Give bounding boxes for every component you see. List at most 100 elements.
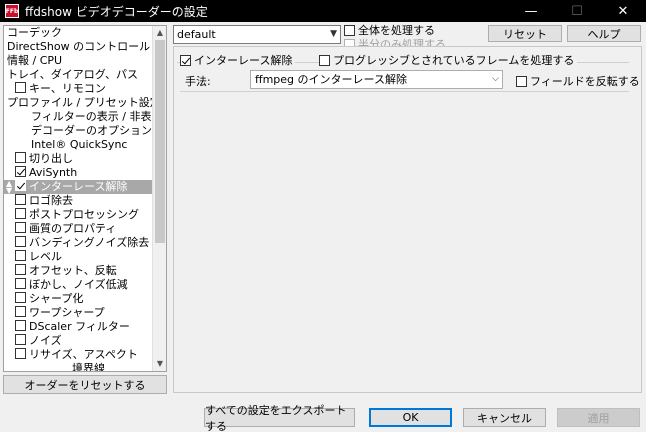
sidebar-item-checkbox[interactable] (15, 334, 26, 345)
sidebar-item-checkbox[interactable] (15, 82, 26, 93)
flip-fields-checkbox[interactable]: フィールドを反転する (516, 73, 640, 89)
deinterlace-enable-checkbox[interactable]: インターレース解除 (180, 52, 296, 68)
sidebar-item[interactable]: 境界線 (72, 362, 105, 372)
sidebar-item[interactable]: レベル (15, 250, 62, 264)
sidebar-item-checkbox[interactable] (15, 194, 26, 205)
sidebar-item-label: シャープ化 (29, 292, 84, 305)
scroll-up-icon[interactable]: ▲ (153, 26, 166, 40)
window-title: ffdshow ビデオデコーダーの設定 (25, 4, 208, 19)
sidebar-item-checkbox[interactable] (15, 278, 26, 289)
sidebar-item-label: ポストプロセッシング (29, 208, 139, 221)
export-settings-button[interactable]: すべての設定をエクスポートする (204, 404, 355, 432)
reset-order-button[interactable]: オーダーをリセットする (3, 375, 167, 394)
sidebar-item[interactable]: 画質のプロパティ (15, 222, 116, 236)
chevron-down-icon: ▼ (330, 29, 337, 39)
chevron-down-icon: ⌵ (492, 74, 499, 84)
sidebar-item-label: ぼかし、ノイズ低減 (29, 278, 128, 291)
process-progressive-label: プログレッシブとされているフレームを処理する (333, 54, 575, 67)
sidebar-item[interactable]: ぼかし、ノイズ低減 (15, 278, 128, 292)
cancel-button[interactable]: キャンセル (463, 408, 546, 427)
checkbox-box (516, 75, 527, 87)
preset-value: default (177, 28, 216, 41)
sidebar-item[interactable]: コーデック (7, 26, 62, 40)
sidebar-item-checkbox[interactable] (15, 222, 26, 233)
reset-button[interactable]: リセット (488, 25, 562, 42)
sidebar-item-checkbox[interactable] (15, 320, 26, 331)
sidebar-item[interactable]: Intel® QuickSync (31, 138, 127, 152)
sidebar-item-checkbox[interactable] (15, 250, 26, 261)
deinterlace-enable-label: インターレース解除 (194, 54, 293, 67)
sidebar-item-label: 画質のプロパティ (29, 222, 117, 235)
sidebar-item[interactable]: DirectShow のコントロール (7, 40, 150, 54)
sidebar-item[interactable]: オフセット、反転 (15, 264, 117, 278)
flip-fields-label: フィールドを反転する (530, 75, 640, 88)
section-divider (180, 91, 629, 92)
checkbox-box (319, 54, 330, 66)
method-select[interactable]: ffmpeg のインターレース解除 ⌵ (250, 70, 503, 89)
sidebar-item-label: デコーダーのオプション (31, 124, 152, 137)
scroll-thumb[interactable] (155, 40, 165, 243)
apply-button[interactable]: 適用 (557, 408, 640, 427)
sidebar-item[interactable]: ノイズ (15, 334, 62, 348)
checkbox-box (180, 54, 191, 66)
sidebar-item[interactable]: ワープシャープ (15, 306, 105, 320)
sidebar-item-checkbox[interactable] (15, 236, 26, 247)
sidebar-item[interactable]: バンディングノイズ除去 (15, 236, 149, 250)
sidebar-item[interactable]: DScaler フィルター (15, 320, 130, 334)
process-progressive-checkbox[interactable]: プログレッシブとされているフレームを処理する (319, 52, 578, 68)
deinterlace-settings-panel (173, 46, 642, 393)
sidebar-item-checkbox[interactable] (15, 152, 26, 163)
sidebar-item[interactable]: デコーダーのオプション (31, 124, 152, 138)
settings-page-list[interactable]: コーデック DirectShow のコントロール 情報 / CPU トレイ、ダイアログ… (3, 25, 167, 372)
sidebar-item-label: コーデック (7, 26, 62, 39)
sidebar-item-label: レベル (29, 250, 62, 263)
close-button[interactable]: ✕ (600, 0, 646, 22)
minimize-button[interactable]: — (508, 0, 554, 22)
sidebar-item[interactable]: ロゴ除去 (15, 194, 73, 208)
drag-handle-icon[interactable]: ▲ ▼ (6, 180, 12, 195)
sidebar-item[interactable]: シャープ化 (15, 292, 83, 306)
preset-select[interactable]: default ▼ (173, 25, 341, 44)
sidebar-item[interactable]: ▲ ▼ インターレース解除 (4, 180, 153, 195)
sidebar-item-label: インターレース解除 (29, 180, 128, 193)
sidebar-item-checkbox[interactable] (15, 348, 26, 359)
sidebar-item-label: AviSynth (29, 166, 78, 179)
sidebar-item[interactable]: プロファイル / プリセット設定 (7, 96, 161, 110)
title-bar: FFb ffdshow ビデオデコーダーの設定 — ☐ ✕ (0, 0, 646, 22)
sidebar-item-checkbox[interactable] (15, 306, 26, 317)
sidebar-item[interactable]: 切り出し (15, 152, 73, 166)
maximize-button[interactable]: ☐ (554, 0, 600, 22)
method-label: 手法: (185, 75, 211, 88)
list-scrollbar[interactable]: ▲ ▼ (152, 26, 166, 371)
sidebar-item-label: DScaler フィルター (29, 320, 130, 333)
help-button[interactable]: ヘルプ (567, 25, 641, 42)
sidebar-item-label: トレイ、ダイアログ、パス (7, 68, 139, 81)
sidebar-item[interactable]: フィルターの表示 / 非表示 (31, 110, 162, 124)
sidebar-item-checkbox[interactable] (15, 166, 26, 177)
sidebar-item-label: 境界線 (72, 362, 105, 372)
method-value: ffmpeg のインターレース解除 (255, 73, 407, 86)
ok-button[interactable]: OK (369, 408, 452, 427)
sidebar-item[interactable]: リサイズ、アスペクト (15, 348, 138, 362)
sidebar-item[interactable]: キー、リモコン (15, 82, 106, 96)
sidebar-item-label: ノイズ (29, 334, 62, 347)
sidebar-item-label: オフセット、反転 (29, 264, 117, 277)
sidebar-item[interactable]: トレイ、ダイアログ、パス (7, 68, 138, 82)
sidebar-item-checkbox[interactable] (15, 180, 26, 191)
sidebar-item-label: 切り出し (29, 152, 73, 165)
sidebar-item-label: バンディングノイズ除去 (29, 236, 150, 249)
sidebar-item-label: プロファイル / プリセット設定 (7, 96, 161, 109)
sidebar-item-label: キー、リモコン (29, 82, 106, 95)
sidebar-item-label: ロゴ除去 (29, 194, 73, 207)
checkbox-box (344, 24, 355, 36)
sidebar-item-checkbox[interactable] (15, 208, 26, 219)
sidebar-item[interactable]: AviSynth (15, 166, 77, 180)
sidebar-item-label: リサイズ、アスペクト (29, 348, 138, 361)
sidebar-item[interactable]: ポストプロセッシング (15, 208, 139, 222)
sidebar-item[interactable]: 情報 / CPU (7, 54, 62, 68)
scroll-down-icon[interactable]: ▼ (153, 357, 166, 371)
sidebar-item-label: DirectShow のコントロール (7, 40, 151, 53)
sidebar-item-checkbox[interactable] (15, 292, 26, 303)
sidebar-item-label: フィルターの表示 / 非表示 (31, 110, 163, 123)
sidebar-item-checkbox[interactable] (15, 264, 26, 275)
